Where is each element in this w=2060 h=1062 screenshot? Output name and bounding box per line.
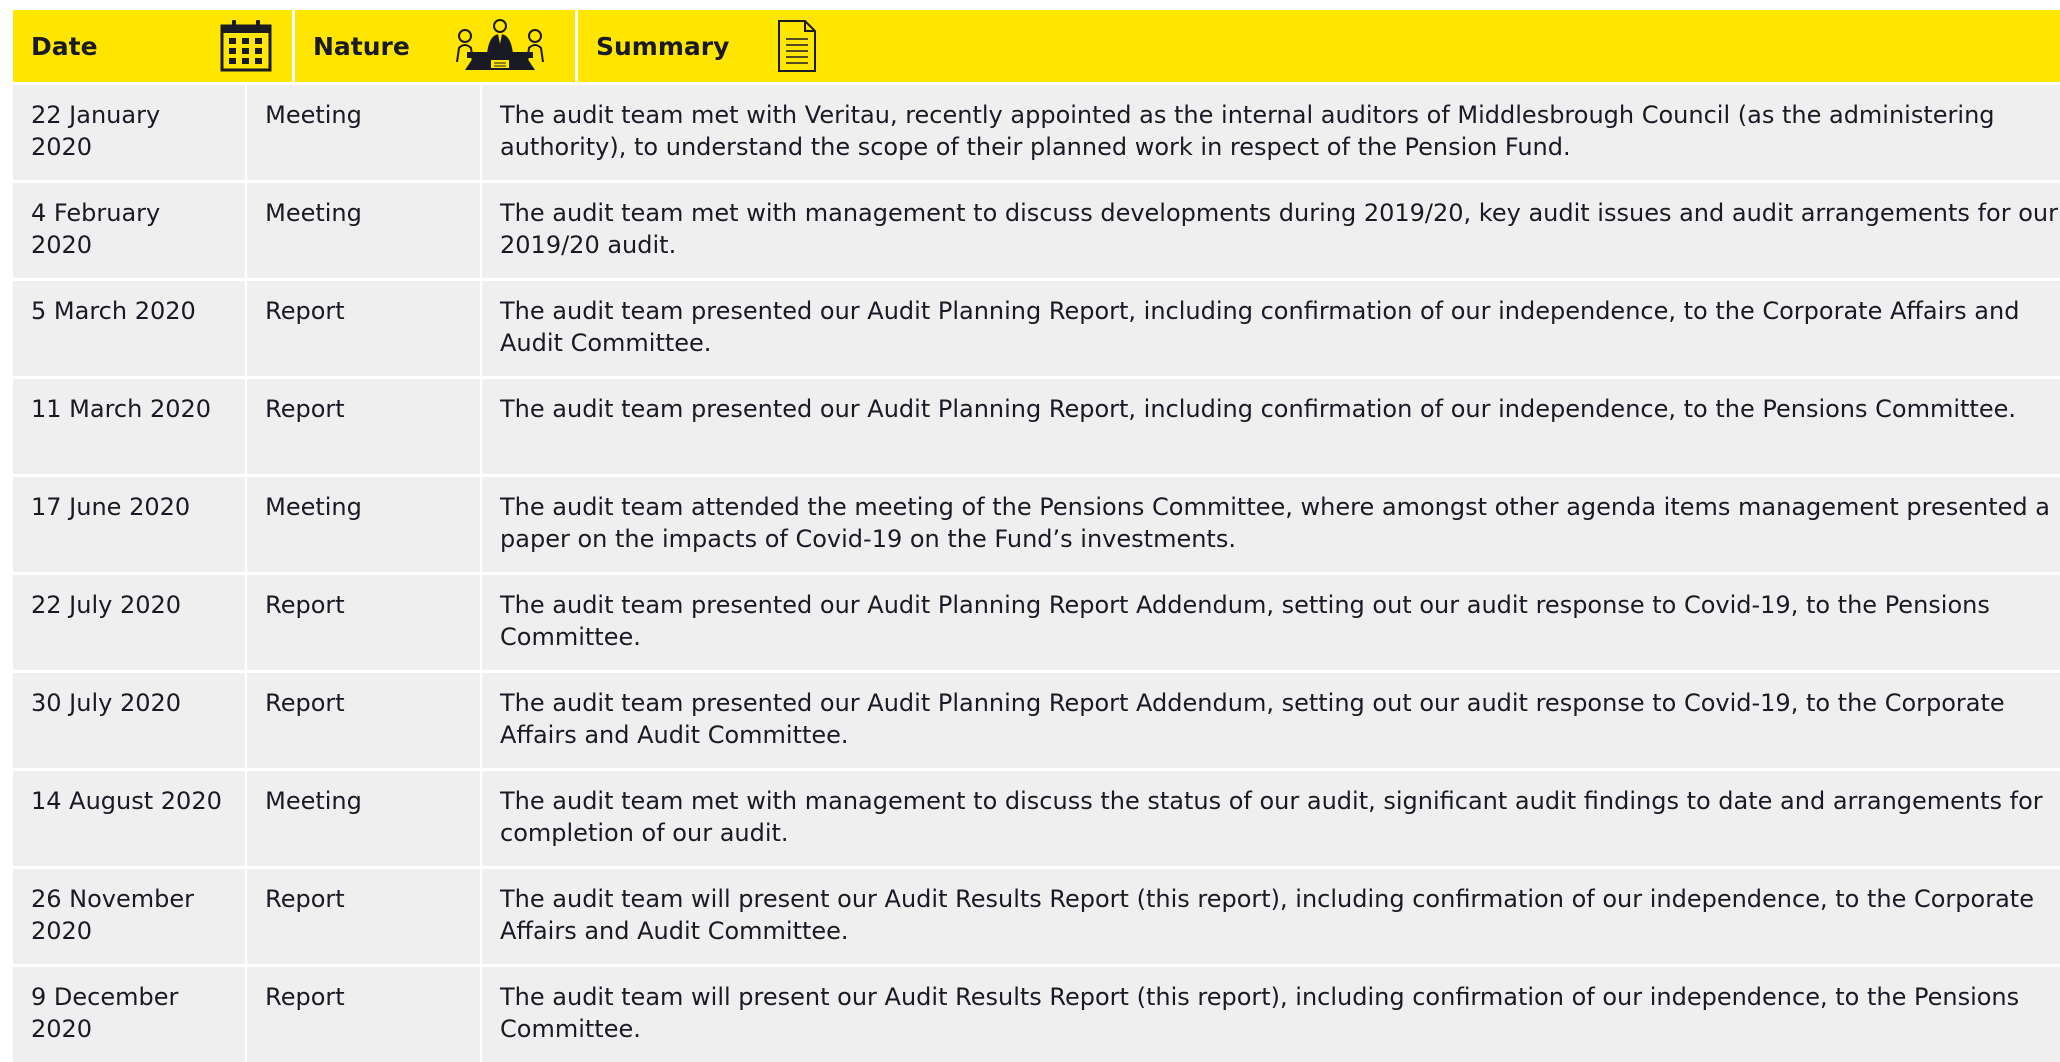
summary-text: The audit team will present our Audit Re… bbox=[500, 885, 2034, 945]
table-row: 9 December 2020 Report The audit team wi… bbox=[13, 967, 2060, 1062]
summary-cell: The audit team met with Veritau, recentl… bbox=[482, 85, 2060, 180]
summary-text: The audit team met with Veritau, recentl… bbox=[500, 101, 1995, 161]
meeting-people-icon bbox=[456, 19, 544, 70]
nature-cell: Report bbox=[247, 673, 480, 768]
summary-cell: The audit team presented our Audit Plann… bbox=[482, 281, 2060, 376]
summary-text: The audit team presented our Audit Plann… bbox=[500, 689, 2005, 749]
summary-cell: The audit team attended the meeting of t… bbox=[482, 477, 2060, 572]
nature-column-header: Nature bbox=[295, 10, 575, 82]
summary-cell: The audit team presented our Audit Plann… bbox=[482, 673, 2060, 768]
nature-cell: Meeting bbox=[247, 477, 480, 572]
table-header-row: Date Nature Summary bbox=[13, 10, 2060, 82]
summary-cell: The audit team met with management to di… bbox=[482, 183, 2060, 278]
document-icon bbox=[778, 20, 817, 72]
table-row: 4 February 2020 Meeting The audit team m… bbox=[13, 183, 2060, 278]
date-cell: 9 December 2020 bbox=[13, 967, 245, 1062]
nature-cell: Report bbox=[247, 379, 480, 474]
nature-cell: Report bbox=[247, 869, 480, 964]
table-row: 17 June 2020 Meeting The audit team atte… bbox=[13, 477, 2060, 572]
date-cell: 30 July 2020 bbox=[13, 673, 245, 768]
date-column-header: Date bbox=[13, 10, 292, 82]
summary-text: The audit team presented our Audit Plann… bbox=[500, 591, 1990, 651]
summary-text: The audit team met with management to di… bbox=[500, 787, 2043, 847]
nature-cell: Report bbox=[247, 281, 480, 376]
date-cell: 4 February 2020 bbox=[13, 183, 245, 278]
nature-cell: Meeting bbox=[247, 771, 480, 866]
date-cell: 22 July 2020 bbox=[13, 575, 245, 670]
date-cell: 14 August 2020 bbox=[13, 771, 245, 866]
nature-header-label: Nature bbox=[313, 31, 410, 61]
nature-cell: Report bbox=[247, 967, 480, 1062]
calendar-icon bbox=[220, 20, 272, 72]
date-cell: 17 June 2020 bbox=[13, 477, 245, 572]
table-row: 5 March 2020 Report The audit team prese… bbox=[13, 281, 2060, 376]
summary-cell: The audit team met with management to di… bbox=[482, 771, 2060, 866]
nature-cell: Report bbox=[247, 575, 480, 670]
date-cell: 11 March 2020 bbox=[13, 379, 245, 474]
date-cell: 26 November 2020 bbox=[13, 869, 245, 964]
table-row: 11 March 2020 Report The audit team pres… bbox=[13, 379, 2060, 474]
summary-text: The audit team met with management to di… bbox=[500, 199, 2058, 259]
summary-cell: The audit team presented our Audit Plann… bbox=[482, 575, 2060, 670]
summary-text: The audit team presented our Audit Plann… bbox=[500, 297, 2020, 357]
summary-header-label: Summary bbox=[596, 31, 730, 61]
date-header-label: Date bbox=[31, 31, 98, 61]
nature-cell: Meeting bbox=[247, 85, 480, 180]
table-row: 22 July 2020 Report The audit team prese… bbox=[13, 575, 2060, 670]
summary-text: The audit team presented our Audit Plann… bbox=[500, 395, 2016, 423]
summary-text: The audit team will present our Audit Re… bbox=[500, 983, 2020, 1043]
table-row: 22 January 2020 Meeting The audit team m… bbox=[13, 85, 2060, 180]
summary-cell: The audit team will present our Audit Re… bbox=[482, 869, 2060, 964]
table-row: 30 July 2020 Report The audit team prese… bbox=[13, 673, 2060, 768]
summary-cell: The audit team presented our Audit Plann… bbox=[482, 379, 2060, 474]
table-row: 26 November 2020 Report The audit team w… bbox=[13, 869, 2060, 964]
summary-column-header: Summary bbox=[578, 10, 2060, 82]
table-row: 14 August 2020 Meeting The audit team me… bbox=[13, 771, 2060, 866]
audit-timeline-table: Date Nature Summary 22 January 2020 Meet… bbox=[13, 10, 2060, 1062]
date-cell: 5 March 2020 bbox=[13, 281, 245, 376]
nature-cell: Meeting bbox=[247, 183, 480, 278]
date-cell: 22 January 2020 bbox=[13, 85, 245, 180]
summary-text: The audit team attended the meeting of t… bbox=[500, 493, 2050, 553]
summary-cell: The audit team will present our Audit Re… bbox=[482, 967, 2060, 1062]
